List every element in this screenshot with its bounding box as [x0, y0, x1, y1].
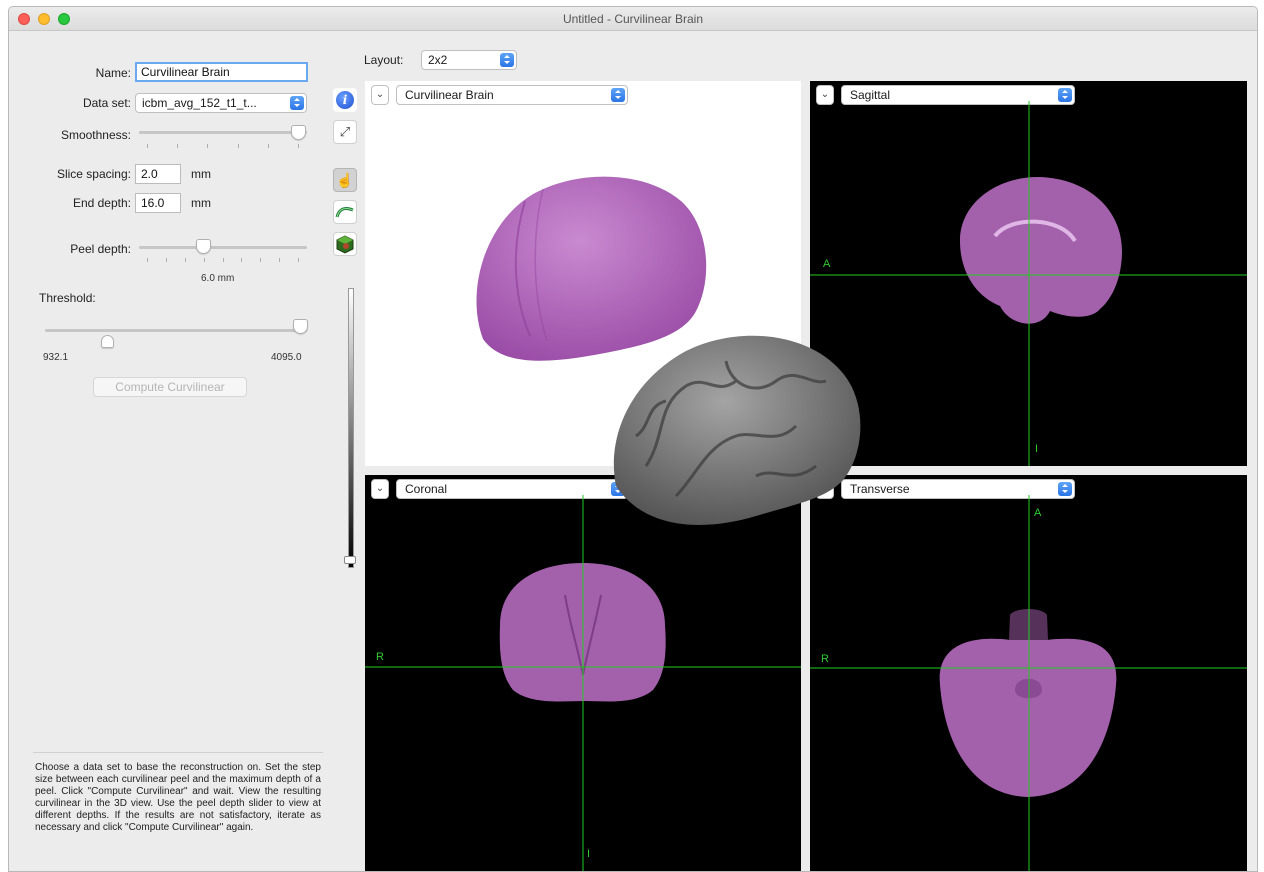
title-bar: Untitled - Curvilinear Brain [9, 7, 1257, 31]
peel-depth-value: 6.0 mm [201, 273, 235, 284]
end-depth-label: End depth: [72, 196, 131, 210]
dataset-select-value: icbm_avg_152_t1_t... [142, 96, 257, 110]
threshold-max-value: 4095.0 [271, 352, 302, 363]
orientation-right-label: R [821, 653, 829, 665]
compute-curvilinear-button[interactable]: Compute Curvilinear [93, 377, 247, 397]
orientation-inferior-label: I [1035, 443, 1039, 455]
orientation-inferior-label: I [587, 848, 591, 860]
peel-depth-label: Peel depth: [70, 242, 131, 256]
dropdown-arrows-icon [500, 53, 514, 67]
peel-depth-slider-track[interactable] [139, 246, 307, 249]
slice-spacing-field[interactable]: 2.0 [135, 164, 181, 184]
smoothness-slider-knob[interactable] [291, 125, 306, 140]
orientation-anterior-label: A [1034, 507, 1042, 519]
orientation-anterior-label: A [823, 258, 831, 270]
smoothness-slider-track[interactable] [139, 131, 307, 134]
peel-depth-slider-knob[interactable] [196, 239, 211, 254]
smoothness-ticks [147, 144, 299, 148]
threshold-label: Threshold: [39, 291, 96, 305]
sagittal-slice-render [810, 101, 1247, 466]
help-divider [33, 752, 323, 753]
settings-panel: Name: Curvilinear Brain Data set: icbm_a… [9, 32, 327, 871]
slice-spacing-unit: mm [191, 167, 211, 181]
threshold-slider-track[interactable] [45, 329, 307, 332]
end-depth-field[interactable]: 16.0 [135, 193, 181, 213]
orientation-right-label: R [376, 651, 384, 663]
brain-app-logo [613, 335, 861, 525]
threshold-min-value: 932.1 [43, 352, 69, 363]
layout-select-value: 2x2 [428, 53, 448, 67]
app-window: Untitled - Curvilinear Brain Name: Curvi… [8, 6, 1258, 872]
dropdown-arrows-icon [290, 96, 304, 110]
threshold-min-knob[interactable] [101, 335, 114, 348]
help-text: Choose a data set to base the reconstruc… [35, 762, 321, 833]
layout-label: Layout: [364, 53, 404, 67]
dataset-select[interactable]: icbm_avg_152_t1_t... [135, 93, 307, 113]
name-label: Name: [95, 66, 131, 80]
transverse-slice-render [810, 495, 1247, 871]
dataset-label: Data set: [82, 96, 131, 110]
sagittal-view[interactable]: ⌄ Sagittal A I [810, 81, 1247, 466]
window-title: Untitled - Curvilinear Brain [562, 12, 704, 26]
slice-spacing-label: Slice spacing: [56, 167, 131, 181]
peel-depth-ticks [147, 258, 299, 262]
smoothness-label: Smoothness: [60, 128, 131, 142]
layout-select[interactable]: 2x2 [421, 50, 517, 70]
threshold-max-knob[interactable] [293, 319, 308, 334]
name-field[interactable]: Curvilinear Brain [135, 62, 308, 82]
end-depth-unit: mm [191, 196, 211, 210]
transverse-view[interactable]: ⌄ Transverse A R [810, 475, 1247, 871]
viewer-area: Layout: 2x2 ⌄ Curvilinear Brain ⌄ Sagitt… [334, 43, 1251, 871]
